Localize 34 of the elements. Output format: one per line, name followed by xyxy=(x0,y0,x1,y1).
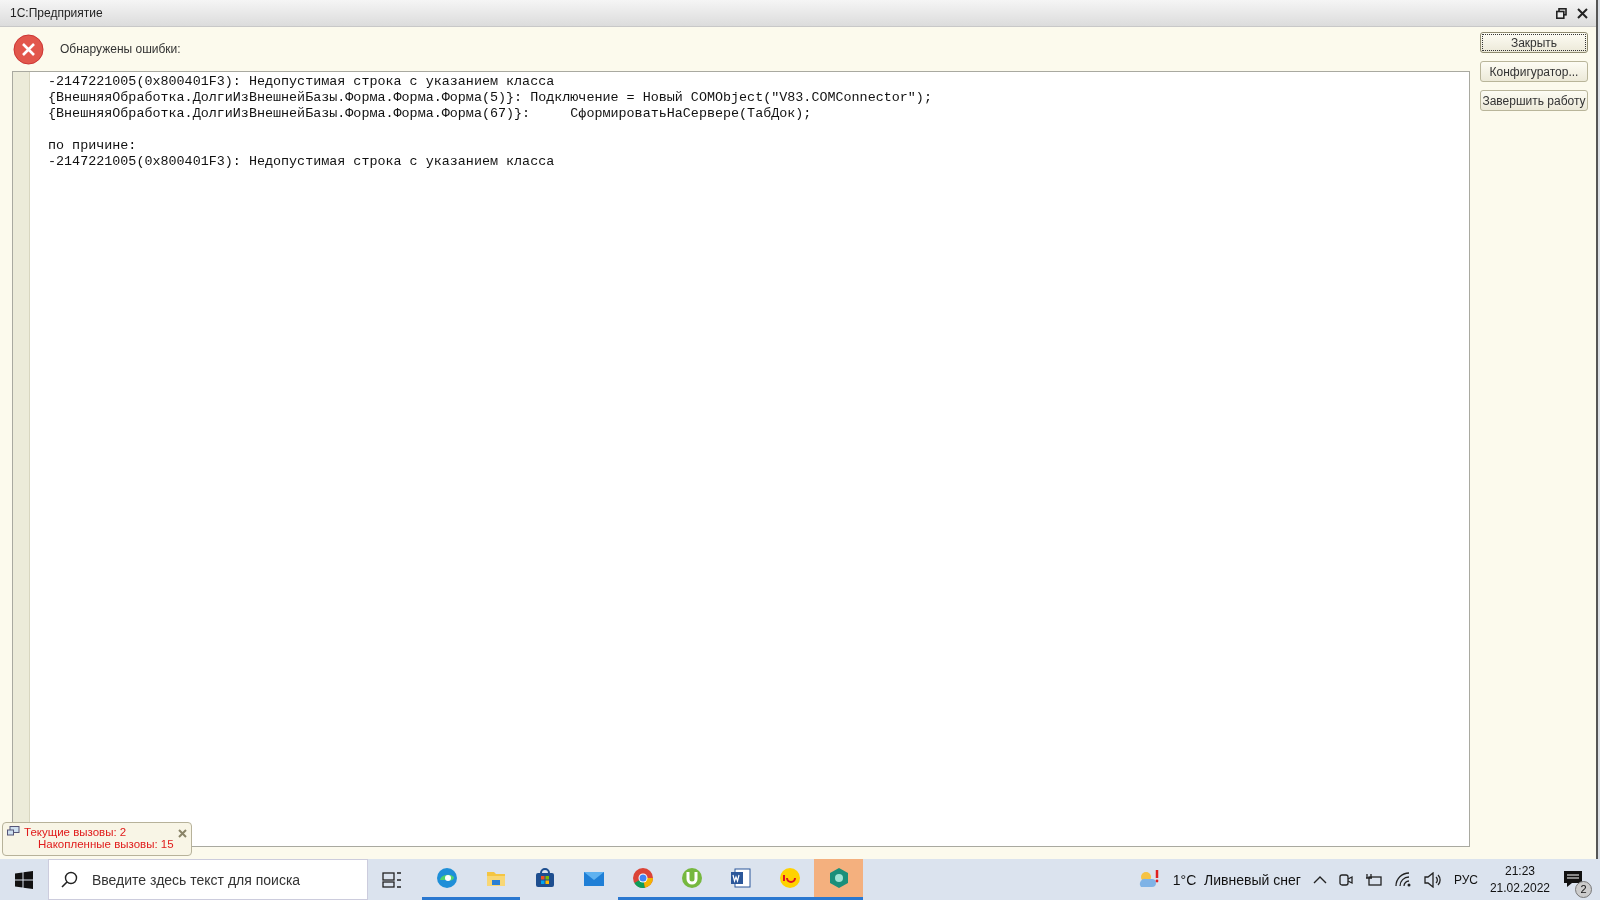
dialog-button[interactable]: Завершить работу xyxy=(1480,90,1588,111)
error-heading: Обнаружены ошибки: xyxy=(60,42,181,56)
app-logo-icon xyxy=(777,866,802,890)
search-placeholder: Введите здесь текст для поиска xyxy=(92,871,301,888)
document-icon xyxy=(728,866,753,890)
window-title: 1С:Предприятие xyxy=(10,6,104,20)
camera-icon[interactable] xyxy=(1338,871,1353,888)
close-icon[interactable] xyxy=(1577,7,1588,19)
chevron-up-icon[interactable] xyxy=(1312,875,1327,884)
taskbar-app-button[interactable] xyxy=(814,859,863,900)
browser-icon xyxy=(630,866,655,890)
weather-text[interactable]: 1°C Ливневый снег xyxy=(1172,871,1301,888)
battery-plug-icon[interactable] xyxy=(1364,872,1383,887)
windows-start-icon[interactable] xyxy=(15,870,33,889)
language-indicator[interactable]: РУС xyxy=(1453,872,1478,887)
restore-icon[interactable] xyxy=(1556,7,1567,19)
call-count-text: Накопленные вызовы: 15 xyxy=(37,838,174,850)
call-count-text: Текущие вызовы: 2 xyxy=(24,826,128,838)
dialog-button[interactable]: Конфигуратор... xyxy=(1480,61,1588,82)
speaker-icon[interactable] xyxy=(1423,871,1442,888)
computer-icon xyxy=(7,826,20,837)
error-line: -2147221005(0x800401F3): Недопустимая строка с указанием класса xyxy=(48,74,556,90)
clock[interactable]: 21:23 21.02.2022 xyxy=(1489,862,1550,897)
error-icon xyxy=(13,33,44,65)
error-line: по причине: xyxy=(48,138,138,154)
error-line: -2147221005(0x800401F3): Недопустимая строка с указанием класса xyxy=(48,154,556,170)
wifi-icon[interactable] xyxy=(1394,872,1412,887)
error-line: {ВнешняяОбработка.ДолгиИзВнешнейБазы.Форма.Форма.Форма(67)}: СформироватьНаСервере(ТабДок); xyxy=(48,106,813,122)
dialog-button[interactable]: Закрыть xyxy=(1480,32,1588,53)
task-view-icon[interactable] xyxy=(382,870,402,889)
search-field[interactable]: Введите здесь текст для поиска xyxy=(48,859,368,900)
search-icon xyxy=(61,871,78,888)
error-line: {ВнешняяОбработка.ДолгиИзВнешнейБазы.Форма.Форма.Форма(5)}: Подключение = Новый COMObject("V83.COMConnector"); xyxy=(48,90,932,106)
notification-badge: 2 xyxy=(1575,880,1592,898)
